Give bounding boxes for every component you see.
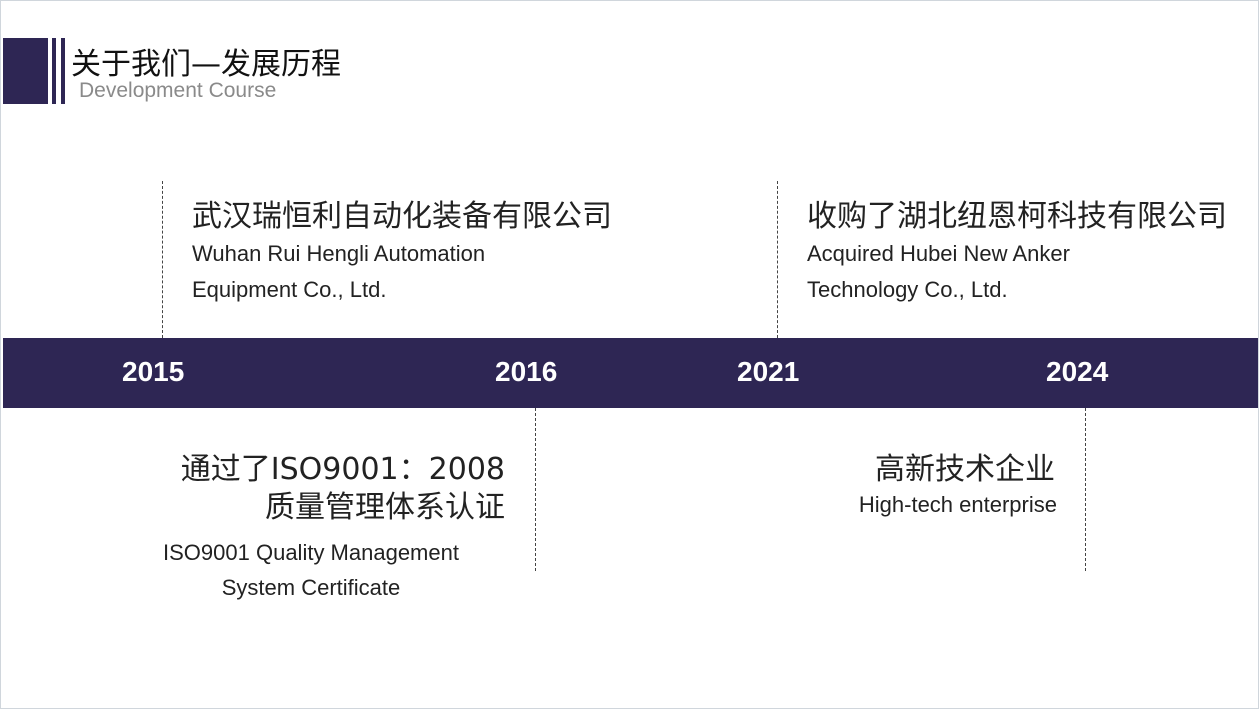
event-2016-desc-line1: ISO9001 Quality Management — [163, 540, 459, 565]
event-2024-title: 高新技术企业 — [875, 452, 1055, 487]
year-label-2024: 2024 — [1046, 356, 1109, 387]
header-accent-bar — [52, 38, 56, 104]
event-2024-desc: High-tech enterprise — [858, 492, 1057, 517]
event-2021-desc-line1: Acquired Hubei New Anker — [807, 241, 1070, 266]
header-accent-bar — [61, 38, 65, 104]
connector-2024 — [1085, 408, 1086, 571]
header-accent-block — [3, 38, 48, 104]
connector-2016 — [535, 408, 536, 571]
page-title: 关于我们—发展历程 — [71, 47, 341, 82]
slide: 关于我们—发展历程 Development Course 2015 2016 2… — [0, 0, 1259, 709]
event-2015-title: 武汉瑞恒利自动化装备有限公司 — [192, 199, 612, 234]
page-subtitle: Development Course — [79, 79, 277, 102]
event-2021-title: 收购了湖北纽恩柯科技有限公司 — [807, 199, 1227, 234]
connector-2021 — [777, 181, 778, 338]
event-2016-desc-line2: System Certificate — [221, 575, 401, 600]
year-label-2016: 2016 — [495, 356, 558, 387]
year-label-2015: 2015 — [122, 356, 185, 387]
event-2015-desc-line1: Wuhan Rui Hengli Automation — [192, 241, 486, 266]
event-2015-desc-line2: Equipment Co., Ltd. — [192, 277, 387, 302]
connector-2015 — [162, 181, 163, 338]
event-2016-title-line2: 质量管理体系认证 — [265, 490, 505, 525]
event-2021-desc-line2: Technology Co., Ltd. — [807, 277, 1008, 302]
year-label-2021: 2021 — [737, 356, 800, 387]
